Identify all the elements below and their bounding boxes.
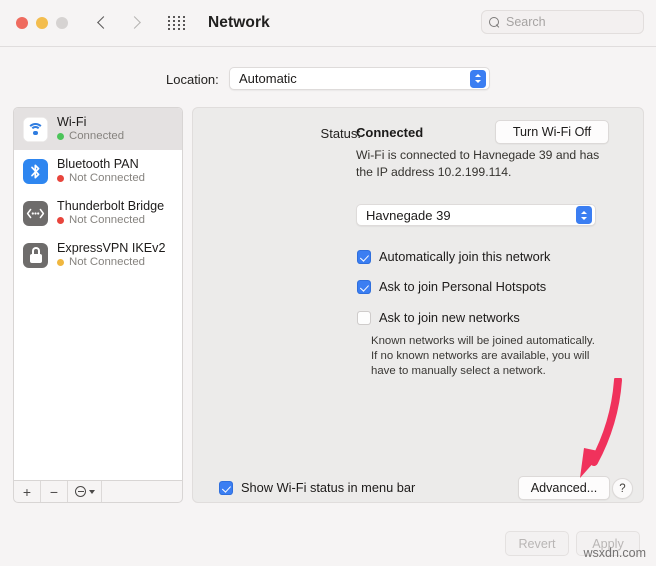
status-label: Status: xyxy=(320,126,361,141)
window-titlebar: Network Search xyxy=(0,0,656,47)
sidebar-item-label: ExpressVPN IKEv2 xyxy=(57,241,166,255)
back-chevron-icon[interactable] xyxy=(96,17,109,30)
zoom-button[interactable] xyxy=(56,17,68,29)
status-description: Wi-Fi is connected to Havnegade 39 and h… xyxy=(356,148,600,179)
sidebar-toolbar: + − xyxy=(13,481,183,503)
checkbox-label: Ask to join Personal Hotspots xyxy=(379,279,547,294)
minimize-button[interactable] xyxy=(36,17,48,29)
sidebar-item-thunderbolt-bridge[interactable]: Thunderbolt Bridge Not Connected xyxy=(14,192,182,234)
checkbox-indicator[interactable] xyxy=(357,280,371,294)
sidebar-item-wifi[interactable]: Wi-Fi Connected xyxy=(14,108,182,150)
checkbox-indicator[interactable] xyxy=(357,311,371,325)
revert-button[interactable]: Revert xyxy=(505,531,569,556)
wifi-icon xyxy=(23,116,48,142)
checkbox-personal-hotspots[interactable]: Ask to join Personal Hotspots xyxy=(357,279,546,294)
lock-icon xyxy=(23,242,48,268)
network-name-value: Havnegade 39 xyxy=(366,207,451,223)
chevron-updown-icon xyxy=(470,69,486,88)
action-menu-button[interactable] xyxy=(68,481,102,502)
search-placeholder: Search xyxy=(506,15,546,29)
network-services-list[interactable]: Wi-Fi Connected Bluetooth PAN Not Connec… xyxy=(13,107,183,481)
location-label: Location: xyxy=(166,71,219,87)
status-dot xyxy=(57,133,64,140)
grid-icon[interactable] xyxy=(168,15,186,31)
watermark: wsxdn.com xyxy=(583,546,646,560)
checkbox-auto-join[interactable]: Automatically join this network xyxy=(357,249,550,264)
bluetooth-icon xyxy=(23,158,48,184)
forward-chevron-icon[interactable] xyxy=(129,17,142,30)
network-preferences-window: Network Search Location: Automatic Wi-Fi… xyxy=(0,0,656,566)
page-title: Network xyxy=(208,14,270,31)
status-dot xyxy=(57,217,64,224)
add-service-button[interactable]: + xyxy=(14,481,41,502)
turn-wifi-off-button[interactable]: Turn Wi-Fi Off xyxy=(495,120,609,144)
thunderbolt-icon xyxy=(23,200,48,226)
navigation-buttons xyxy=(96,17,142,30)
sidebar-item-label: Thunderbolt Bridge xyxy=(57,199,165,213)
sidebar-item-label: Bluetooth PAN xyxy=(57,157,139,171)
checkbox-ask-new-networks[interactable]: Ask to join new networks xyxy=(357,310,520,325)
checkbox-menu-bar-status[interactable]: Show Wi-Fi status in menu bar xyxy=(219,480,415,495)
status-dot xyxy=(57,175,64,182)
search-input[interactable]: Search xyxy=(481,10,644,34)
status-dot xyxy=(57,259,64,266)
traffic-lights xyxy=(16,17,68,29)
close-button[interactable] xyxy=(16,17,28,29)
status-value: Connected xyxy=(356,125,424,140)
checkbox-label: Ask to join new networks xyxy=(379,310,520,325)
location-dropdown[interactable]: Automatic xyxy=(229,67,490,90)
join-networks-help-text: Known networks will be joined automatica… xyxy=(371,335,595,377)
checkbox-indicator[interactable] xyxy=(219,481,233,495)
help-button[interactable]: ? xyxy=(612,478,633,499)
sidebar-item-label: Wi-Fi xyxy=(57,115,87,129)
chevron-updown-icon xyxy=(576,206,592,224)
gear-icon xyxy=(74,486,86,497)
sidebar-item-status: Not Connected xyxy=(57,256,166,269)
search-icon xyxy=(489,16,500,28)
sidebar-item-expressvpn-ikev2[interactable]: ExpressVPN IKEv2 Not Connected xyxy=(14,234,182,276)
network-name-dropdown[interactable]: Havnegade 39 xyxy=(356,204,596,226)
advanced-button[interactable]: Advanced... xyxy=(518,476,610,500)
checkbox-label: Show Wi-Fi status in menu bar xyxy=(241,480,416,495)
location-value: Automatic xyxy=(239,71,297,86)
checkbox-label: Automatically join this network xyxy=(379,249,551,264)
sidebar-item-status: Not Connected xyxy=(57,172,145,185)
checkbox-indicator[interactable] xyxy=(357,250,371,264)
chevron-down-icon xyxy=(88,489,95,494)
sidebar-item-status: Connected xyxy=(57,130,124,143)
sidebar-item-bluetooth-pan[interactable]: Bluetooth PAN Not Connected xyxy=(14,150,182,192)
sidebar-item-status: Not Connected xyxy=(57,214,164,227)
remove-service-button[interactable]: − xyxy=(41,481,68,502)
